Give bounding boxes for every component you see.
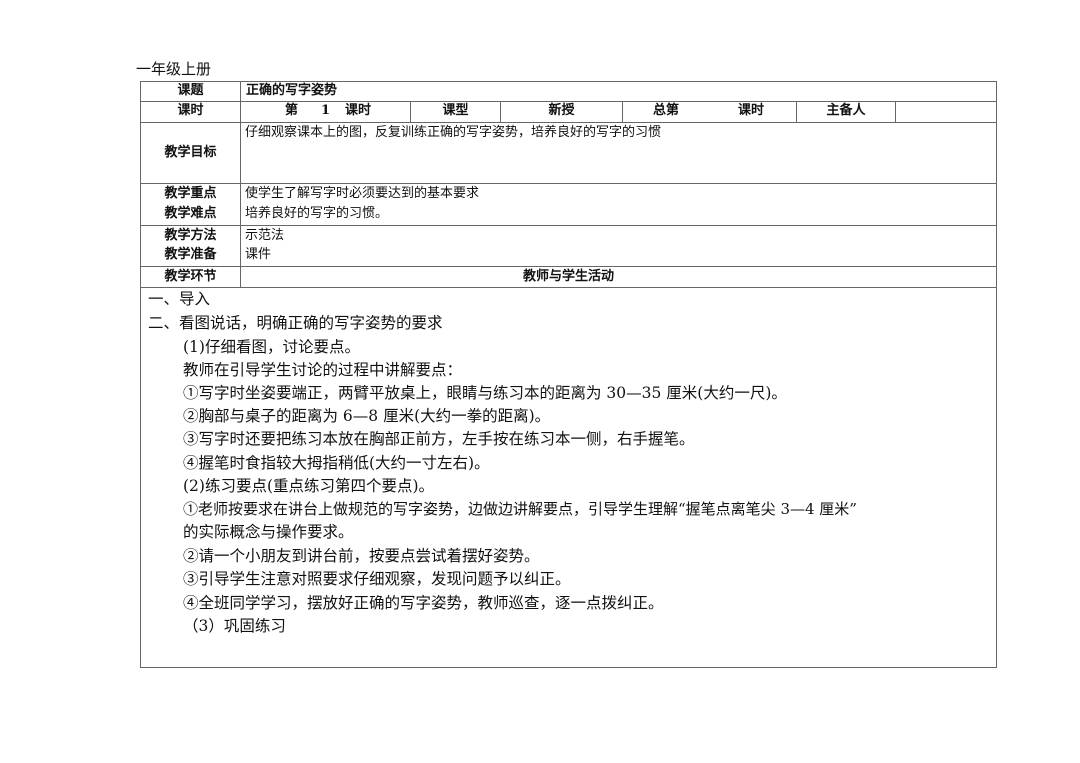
content-line: ②请一个小朋友到讲台前，按要点尝试着摆好姿势。 — [183, 547, 540, 565]
period-number: 1 — [321, 103, 331, 118]
row-divider — [140, 225, 997, 226]
content-line: 的实际概念与操作要求。 — [183, 523, 354, 541]
goal-value: 仔细观察课本上的图，反复训练正确的写字姿势，培养良好的写字的习惯 — [245, 125, 662, 140]
preparer-label: 主备人 — [826, 103, 866, 118]
method-value: 示范法 — [245, 228, 285, 243]
content-line: ④全班同学学习，摆放好正确的写字姿势，教师巡查，逐一点拨纠正。 — [183, 594, 664, 612]
topic-label: 课题 — [177, 83, 204, 98]
row-divider — [140, 266, 997, 267]
prep-value: 课件 — [245, 247, 272, 262]
column-divider — [240, 81, 241, 287]
content-line: ②胸部与桌子的距离为 6—8 厘米(大约一拳的距离)。 — [183, 407, 551, 425]
total-label: 总第 — [653, 103, 680, 118]
topic-value: 正确的写字姿势 — [246, 83, 338, 98]
difficulty-value: 培养良好的写字的习惯。 — [245, 206, 389, 221]
period-label: 课时 — [177, 103, 204, 118]
period-unit: 课时 — [345, 103, 372, 118]
column-divider — [895, 101, 896, 122]
content-line: 一、导入 — [148, 290, 211, 308]
prep-label: 教学准备 — [164, 247, 217, 262]
content-line: ④握笔时食指较大拇指稍低(大约一寸左右)。 — [183, 454, 490, 472]
column-divider — [622, 101, 623, 122]
row-divider — [140, 287, 997, 288]
period-di: 第 — [285, 103, 299, 118]
content-line: (1)仔细看图，讨论要点。 — [183, 338, 360, 356]
stage-label: 教学环节 — [164, 269, 217, 284]
content-line: (2)练习要点(重点练习第四个要点)。 — [183, 477, 435, 495]
key-value: 使学生了解写字时必须要达到的基本要求 — [245, 186, 480, 201]
method-label: 教学方法 — [164, 228, 217, 243]
type-value: 新授 — [548, 103, 575, 118]
type-label: 课型 — [442, 103, 469, 118]
goal-label: 教学目标 — [164, 145, 217, 160]
content-line: ①写字时坐姿要端正，两臂平放桌上，眼睛与练习本的距离为 30—35 厘米(大约一… — [183, 384, 787, 402]
grade-label: 一年级上册 — [136, 60, 212, 78]
content-line: 教师在引导学生讨论的过程中讲解要点： — [183, 361, 463, 379]
activity-label: 教师与学生活动 — [522, 269, 614, 284]
difficulty-label: 教学难点 — [164, 206, 217, 221]
content-line: ①老师按要求在讲台上做规范的写字姿势，边做边讲解要点，引导学生理解“握笔点离笔尖… — [183, 500, 857, 518]
row-divider — [140, 122, 997, 123]
content-line: （3）巩固练习 — [183, 617, 286, 635]
total-unit: 课时 — [738, 103, 765, 118]
content-line: ③写字时还要把练习本放在胸部正前方，左手按在练习本一侧，右手握笔。 — [183, 430, 695, 448]
row-divider — [140, 183, 997, 184]
content-line: 二、看图说话，明确正确的写字姿势的要求 — [148, 314, 443, 332]
key-label: 教学重点 — [164, 186, 217, 201]
content-line: ③引导学生注意对照要求仔细观察，发现问题予以纠正。 — [183, 570, 571, 588]
